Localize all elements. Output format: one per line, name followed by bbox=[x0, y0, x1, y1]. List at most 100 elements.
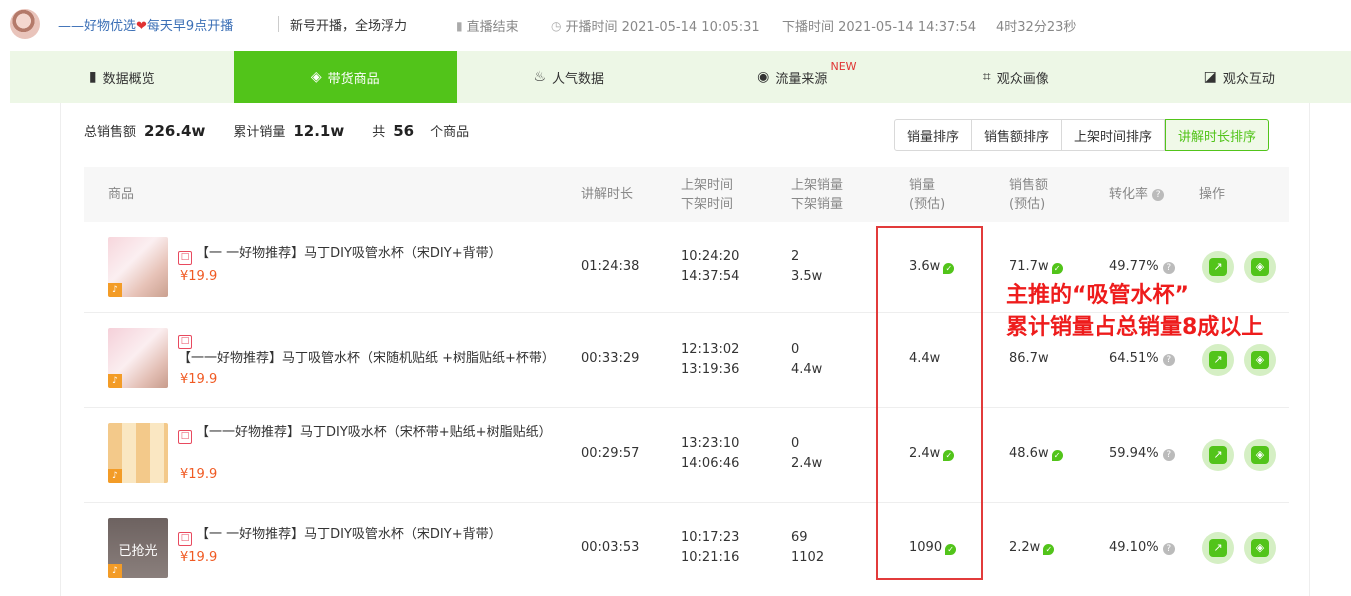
shop-button[interactable]: ◈ bbox=[1244, 344, 1276, 376]
shopping-bag-icon: ◈ bbox=[1251, 446, 1269, 464]
help-icon[interactable]: ? bbox=[1162, 449, 1175, 461]
tab-audience[interactable]: ⌗ 观众画像 bbox=[904, 51, 1128, 103]
microphone-icon: ♪ bbox=[108, 564, 122, 578]
listing-times: 10:24:20 14:37:54 bbox=[681, 249, 740, 284]
conversion-rate: 59.94% ? bbox=[1109, 444, 1175, 464]
sort-by-revenue-button[interactable]: 销售额排序 bbox=[972, 119, 1063, 151]
verified-icon: ✓ bbox=[1051, 450, 1063, 461]
sort-by-volume-button[interactable]: 销量排序 bbox=[894, 119, 973, 151]
pulse-icon: ◉ bbox=[757, 69, 770, 85]
start-time: ◷ 开播时间 2021-05-14 10:05:31 bbox=[551, 18, 760, 36]
microphone-icon: ♪ bbox=[108, 469, 122, 483]
revenue: 71.7w ✓ bbox=[1009, 257, 1063, 277]
trend-icon: ↗ bbox=[1209, 258, 1227, 276]
explain-duration: 01:24:38 bbox=[581, 259, 640, 274]
conversion-rate: 49.77% ? bbox=[1109, 257, 1175, 277]
total-volume-value: 12.1w bbox=[293, 122, 345, 140]
clock-icon: ◷ bbox=[551, 18, 562, 33]
revenue: 2.2w ✓ bbox=[1009, 538, 1055, 558]
sort-by-listing-time-button[interactable]: 上架时间排序 bbox=[1062, 119, 1166, 151]
product-thumbnail[interactable]: ♪ bbox=[108, 237, 168, 297]
tab-traffic[interactable]: ◉ 流量来源 NEW bbox=[681, 51, 905, 103]
product-thumbnail[interactable]: ♪ bbox=[108, 328, 168, 388]
stream-duration: 4时32分23秒 bbox=[996, 20, 1077, 35]
tab-popularity[interactable]: ♨ 人气数据 bbox=[457, 51, 681, 103]
col-listing-time: 上架时间 下架时间 bbox=[681, 178, 734, 212]
tab-interaction[interactable]: ◪ 观众互动 bbox=[1128, 51, 1351, 103]
product-name[interactable]: □ 【一 一好物推荐】马丁DIY吸管水杯（宋DIY+背带） bbox=[178, 244, 568, 265]
stream-status: ▮ 直播结束 bbox=[456, 18, 519, 36]
trend-icon: ↗ bbox=[1209, 539, 1227, 557]
product-price: ¥19.9 bbox=[180, 269, 218, 284]
highlight-box bbox=[876, 226, 983, 580]
shopping-bag-icon: ◈ bbox=[1251, 258, 1269, 276]
shopping-bag-icon: ◈ bbox=[310, 69, 322, 85]
help-icon[interactable]: ? bbox=[1162, 543, 1175, 555]
revenue: 48.6w ✓ bbox=[1009, 444, 1063, 464]
microphone-icon: ♪ bbox=[108, 374, 122, 388]
col-revenue[interactable]: 销售额 (预估) bbox=[1009, 176, 1048, 214]
end-time: 下播时间 2021-05-14 14:37:54 bbox=[782, 20, 977, 35]
avatar[interactable] bbox=[10, 9, 40, 39]
col-explain: 讲解时长 bbox=[581, 187, 634, 202]
col-product: 商品 bbox=[108, 187, 135, 202]
trend-button[interactable]: ↗ bbox=[1202, 439, 1234, 471]
flame-icon: ♨ bbox=[533, 69, 547, 85]
shop-button[interactable]: ◈ bbox=[1244, 532, 1276, 564]
product-count-value: 56 bbox=[393, 122, 415, 140]
help-icon[interactable]: ? bbox=[1162, 354, 1175, 366]
shop-tag-icon: □ bbox=[178, 335, 192, 349]
header-divider bbox=[278, 16, 279, 32]
listing-volumes: 2 3.5w bbox=[791, 249, 823, 284]
product-thumbnail[interactable]: 已抢光 ♪ bbox=[108, 518, 168, 578]
sort-by-explain-duration-button[interactable]: 讲解时长排序 bbox=[1165, 119, 1270, 151]
shop-button[interactable]: ◈ bbox=[1244, 439, 1276, 471]
tab-products[interactable]: ◈ 带货商品 bbox=[233, 51, 457, 103]
col-conversion: 转化率 ? bbox=[1109, 185, 1165, 204]
listing-times: 10:17:23 10:21:16 bbox=[681, 530, 740, 565]
trend-button[interactable]: ↗ bbox=[1202, 532, 1234, 564]
product-thumbnail[interactable]: ♪ bbox=[108, 423, 168, 483]
help-icon[interactable]: ? bbox=[1162, 262, 1175, 274]
listing-volumes: 0 2.4w bbox=[791, 436, 823, 471]
product-name[interactable]: □【一一好物推荐】马丁吸管水杯（宋随机贴纸 +树脂贴纸+杯带） bbox=[178, 328, 568, 368]
face-scan-icon: ⌗ bbox=[982, 69, 991, 85]
table-row: ♪ □ 【一一好物推荐】马丁DIY吸水杯（宋杯带+贴纸+树脂贴纸） ¥19.9 0… bbox=[84, 408, 1289, 503]
shop-tag-icon: □ bbox=[178, 430, 192, 444]
shop-tag-icon: □ bbox=[178, 251, 192, 265]
shop-button[interactable]: ◈ bbox=[1244, 251, 1276, 283]
live-header: ——好物优选❤每天早9点开播 新号开播，全场浮力 ▮ 直播结束 ◷ 开播时间 202… bbox=[0, 0, 1351, 50]
trend-button[interactable]: ↗ bbox=[1202, 344, 1234, 376]
shop-tag-icon: □ bbox=[178, 532, 192, 546]
sort-button-group: 销量排序 销售额排序 上架时间排序 讲解时长排序 bbox=[894, 119, 1270, 151]
trend-button[interactable]: ↗ bbox=[1202, 251, 1234, 283]
product-name[interactable]: □ 【一一好物推荐】马丁DIY吸水杯（宋杯带+贴纸+树脂贴纸） bbox=[178, 423, 568, 444]
table-header: 商品 讲解时长 上架时间 下架时间 上架销量 下架销量 销量 (预估) 销售额 … bbox=[84, 167, 1289, 222]
sold-out-label: 已抢光 bbox=[118, 544, 158, 559]
annotation-line-2: 累计销量占总销量8成以上 bbox=[1006, 315, 1264, 340]
revenue: 86.7w bbox=[1009, 351, 1049, 366]
table-row: 已抢光 ♪ □ 【一 一好物推荐】马丁DIY吸管水杯（宋DIY+背带） ¥19.9… bbox=[84, 503, 1289, 596]
verified-icon: ✓ bbox=[1051, 263, 1063, 274]
product-name[interactable]: □ 【一 一好物推荐】马丁DIY吸管水杯（宋DIY+背带） bbox=[178, 525, 568, 546]
new-badge: NEW bbox=[830, 60, 857, 73]
explain-duration: 00:33:29 bbox=[581, 351, 640, 366]
bar-chart-icon: ▮ bbox=[88, 69, 97, 85]
conversion-rate: 49.10% ? bbox=[1109, 538, 1175, 558]
conversion-rate: 64.51% ? bbox=[1109, 349, 1175, 369]
streamer-name[interactable]: ——好物优选❤每天早9点开播 bbox=[58, 15, 233, 34]
tab-bar: ▮ 数据概览 ◈ 带货商品 ♨ 人气数据 ◉ 流量来源 NEW ⌗ 观众画像 ◪… bbox=[10, 51, 1351, 103]
chat-icon: ◪ bbox=[1203, 69, 1217, 85]
product-price: ¥19.9 bbox=[180, 550, 218, 565]
explain-duration: 00:03:53 bbox=[581, 540, 640, 555]
sales-summary: 总销售额 226.4w 累计销量 12.1w 共 56 个商品 bbox=[84, 122, 470, 140]
help-icon[interactable]: ? bbox=[1152, 188, 1165, 201]
listing-times: 12:13:02 13:19:36 bbox=[681, 342, 740, 377]
trend-icon: ↗ bbox=[1209, 351, 1227, 369]
product-price: ¥19.9 bbox=[180, 372, 218, 387]
tab-overview[interactable]: ▮ 数据概览 bbox=[10, 51, 234, 103]
shopping-bag-icon: ◈ bbox=[1251, 351, 1269, 369]
col-sales-volume[interactable]: 销量 (预估) bbox=[909, 176, 945, 214]
shopping-bag-icon: ◈ bbox=[1251, 539, 1269, 557]
trend-icon: ↗ bbox=[1209, 446, 1227, 464]
